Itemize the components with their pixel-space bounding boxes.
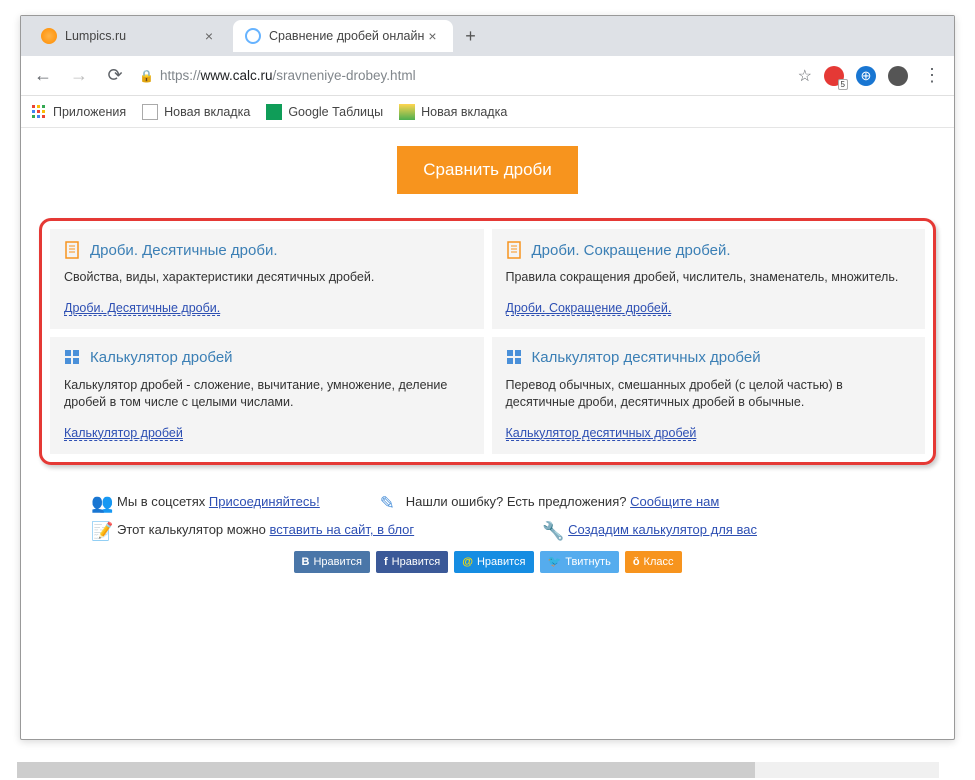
card-title-link[interactable]: Калькулятор десятичных дробей — [532, 349, 761, 366]
card-fraction-calculator: Калькулятор дробей Калькулятор дробей - … — [50, 337, 484, 454]
globe-icon[interactable]: ⊕ — [856, 66, 876, 86]
horizontal-scrollbar[interactable] — [17, 762, 939, 778]
reload-button[interactable]: ⟳ — [103, 64, 127, 88]
card-title-link[interactable]: Дроби. Десятичные дроби. — [90, 242, 278, 259]
url-field[interactable]: 🔒 https://www.calc.ru/sravneniye-drobey.… — [139, 66, 812, 86]
footer-links: 👥 Мы в соцсетях Присоединяйтесь! ✎ Нашли… — [21, 483, 954, 583]
calculator-icon — [506, 349, 524, 367]
tab-calc[interactable]: Сравнение дробей онлайн × — [233, 20, 453, 52]
tab-lumpics[interactable]: Lumpics.ru × — [29, 20, 229, 52]
close-icon[interactable]: × — [424, 28, 440, 44]
create-link[interactable]: Создадим калькулятор для вас — [568, 522, 757, 537]
card-title-link[interactable]: Калькулятор дробей — [90, 349, 233, 366]
close-icon[interactable]: × — [201, 28, 217, 44]
card-description: Свойства, виды, характеристики десятичны… — [64, 269, 470, 287]
card-description: Перевод обычных, смешанных дробей (с цел… — [506, 377, 912, 412]
picture-icon — [399, 104, 415, 120]
new-tab-button[interactable]: + — [457, 22, 485, 50]
wrench-icon: 🔧 — [542, 521, 560, 539]
url-domain: www.calc.ru — [200, 68, 272, 83]
bookmark-label: Приложения — [53, 105, 126, 119]
join-link[interactable]: Присоединяйтесь! — [209, 494, 320, 509]
url-protocol: https:// — [160, 68, 201, 83]
tw-button[interactable]: 🐦 Твитнуть — [540, 551, 619, 573]
tab-title: Lumpics.ru — [65, 29, 126, 43]
bookmark-nt2[interactable]: Новая вкладка — [399, 104, 507, 120]
apps-icon — [31, 104, 47, 120]
bookmarks-bar: Приложения Новая вкладка Google Таблицы … — [21, 96, 954, 128]
sheets-icon — [266, 104, 282, 120]
calc-favicon-icon — [245, 28, 261, 44]
forward-button[interactable]: → — [67, 64, 91, 88]
fb-button[interactable]: f Нравится — [376, 551, 448, 573]
address-bar: ← → ⟳ 🔒 https://www.calc.ru/sravneniye-d… — [21, 56, 954, 96]
card-description: Правила сокращения дробей, числитель, зн… — [506, 269, 912, 287]
document-icon — [64, 241, 82, 259]
star-icon[interactable]: ☆ — [798, 66, 812, 86]
bookmark-sheets[interactable]: Google Таблицы — [266, 104, 383, 120]
report-link[interactable]: Сообщите нам — [630, 494, 719, 509]
edit-icon: 📝 — [91, 521, 109, 539]
bookmark-nt1[interactable]: Новая вкладка — [142, 104, 250, 120]
card-link[interactable]: Калькулятор дробей — [64, 426, 183, 441]
scrollbar-thumb[interactable] — [17, 762, 755, 778]
lock-icon: 🔒 — [139, 69, 154, 83]
embed-link[interactable]: вставить на сайт, в блог — [270, 522, 415, 537]
mail-button[interactable]: @ Нравится — [454, 551, 533, 573]
document-icon — [506, 241, 524, 259]
calculator-icon — [64, 349, 82, 367]
tab-bar: Lumpics.ru × Сравнение дробей онлайн × + — [21, 16, 954, 56]
pencil-icon: ✎ — [380, 493, 398, 511]
orange-icon — [41, 28, 57, 44]
card-reduce-fractions: Дроби. Сокращение дробей. Правила сокращ… — [492, 229, 926, 329]
vk-button[interactable]: В Нравится — [294, 551, 371, 573]
compare-fractions-button[interactable]: Сравнить дроби — [397, 146, 578, 194]
card-link[interactable]: Калькулятор десятичных дробей — [506, 426, 697, 441]
bookmark-label: Google Таблицы — [288, 105, 383, 119]
back-button[interactable]: ← — [31, 64, 55, 88]
bookmark-label: Новая вкладка — [164, 105, 250, 119]
footer-text: Мы в соцсетях — [117, 494, 209, 509]
card-link[interactable]: Дроби. Сокращение дробей. — [506, 301, 672, 316]
users-icon: 👥 — [91, 493, 109, 511]
extension-icon[interactable]: 5 — [824, 66, 844, 86]
apps-button[interactable]: Приложения — [31, 104, 126, 120]
related-cards-box: Дроби. Десятичные дроби. Свойства, виды,… — [39, 218, 936, 465]
card-decimal-fractions: Дроби. Десятичные дроби. Свойства, виды,… — [50, 229, 484, 329]
card-description: Калькулятор дробей - сложение, вычитание… — [64, 377, 470, 412]
page-icon — [142, 104, 158, 120]
card-link[interactable]: Дроби. Десятичные дроби. — [64, 301, 220, 316]
browser-window: Lumpics.ru × Сравнение дробей онлайн × +… — [20, 15, 955, 740]
card-title-link[interactable]: Дроби. Сокращение дробей. — [532, 242, 731, 259]
card-decimal-calculator: Калькулятор десятичных дробей Перевод об… — [492, 337, 926, 454]
ok-button[interactable]: ǒ Класс — [625, 551, 682, 573]
menu-button[interactable]: ⋮ — [920, 64, 944, 88]
avatar-icon[interactable] — [888, 66, 908, 86]
bookmark-label: Новая вкладка — [421, 105, 507, 119]
footer-text: Нашли ошибку? Есть предложения? — [406, 494, 630, 509]
url-path: /sravneniye-drobey.html — [273, 68, 416, 83]
page-content: Сравнить дроби Дроби. Десятичные дроби. … — [21, 128, 954, 723]
tab-title: Сравнение дробей онлайн — [269, 29, 424, 43]
footer-text: Этот калькулятор можно — [117, 522, 270, 537]
social-buttons: В Нравится f Нравится @ Нравится 🐦 Твитн… — [91, 551, 884, 573]
